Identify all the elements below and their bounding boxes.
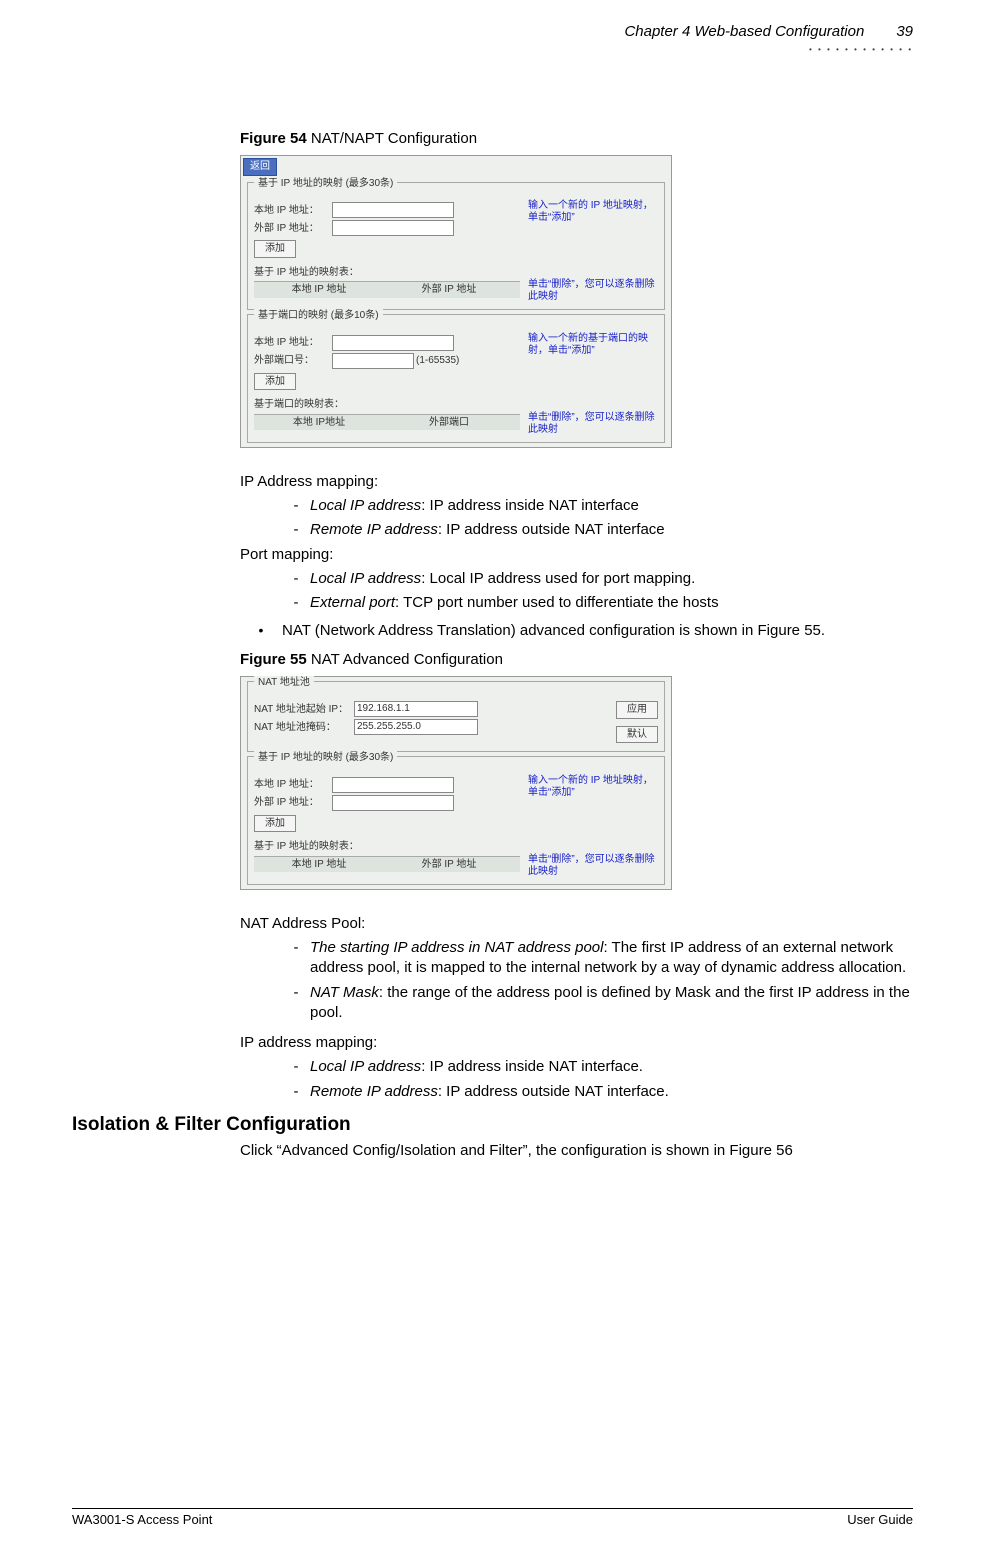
ip-mapping-legend: 基于 IP 地址的映射 (最多30条) <box>254 177 397 191</box>
port-local-ip-desc: : Local IP address used for port mapping… <box>421 570 695 587</box>
nat-pool-fieldset: NAT 地址池 NAT 地址池起始 IP：192.168.1.1 NAT 地址池… <box>247 681 665 753</box>
start-ip-input[interactable]: 192.168.1.1 <box>354 701 478 717</box>
page-number: 39 <box>896 22 913 42</box>
ip-mapping-heading-2: IP address mapping: <box>240 1033 913 1053</box>
nat-bullet-text: NAT (Network Address Translation) advanc… <box>282 621 913 641</box>
ip-mapping-table-title: 基于 IP 地址的映射表： <box>254 266 658 280</box>
ip-table-header-2: 本地 IP 地址 外部 IP 地址 <box>254 856 520 873</box>
th-remote-ip-2: 外部 IP 地址 <box>384 858 514 872</box>
nat-mask-desc: : the range of the address pool is defin… <box>310 984 910 1021</box>
remote-ip-input-2[interactable] <box>332 795 454 811</box>
add-hint-2: 输入一个新的 IP 地址映射，单击“添加” <box>528 775 658 799</box>
figure-55-screenshot: NAT 地址池 NAT 地址池起始 IP：192.168.1.1 NAT 地址池… <box>240 676 672 890</box>
delete-hint: 单击“删除”，您可以逐条删除此映射 <box>528 279 658 303</box>
port-table-header: 本地 IP地址 外部端口 <box>254 414 520 431</box>
port-local-ip-input[interactable] <box>332 335 454 351</box>
local-ip-label-2: 本地 IP 地址： <box>254 778 332 792</box>
remote-ip-desc: : IP address outside NAT interface <box>438 521 665 538</box>
nat-pool-legend: NAT 地址池 <box>254 676 314 690</box>
nat-mask-input[interactable]: 255.255.255.0 <box>354 719 478 735</box>
port-local-ip-term: Local IP address <box>310 570 421 587</box>
th-local-ip-2: 本地 IP 地址 <box>254 858 384 872</box>
add-button[interactable]: 添加 <box>254 240 296 258</box>
ip-mapping-fieldset: 基于 IP 地址的映射 (最多30条) 本地 IP 地址： 外部 IP 地址： … <box>247 182 665 311</box>
local-ip-input-2[interactable] <box>332 777 454 793</box>
ip-table-header: 本地 IP 地址 外部 IP 地址 <box>254 281 520 298</box>
th-port-local-ip: 本地 IP地址 <box>254 416 384 430</box>
remote-ip-label: 外部 IP 地址： <box>254 222 332 236</box>
list-item: -External port: TCP port number used to … <box>282 593 913 613</box>
apply-button[interactable]: 应用 <box>616 701 658 719</box>
external-port-desc: : TCP port number used to differentiate … <box>395 594 719 611</box>
figure-54-label: Figure 54 <box>240 130 307 147</box>
external-port-label: 外部端口号： <box>254 354 332 368</box>
list-item: -Remote IP address: IP address outside N… <box>282 520 913 540</box>
delete-hint-2: 单击“删除”，您可以逐条删除此映射 <box>528 854 658 878</box>
footer-left: WA3001-S Access Point <box>72 1511 212 1529</box>
back-link[interactable]: 返回 <box>243 158 277 176</box>
remote-ip-label-2: 外部 IP 地址： <box>254 796 332 810</box>
local-ip-input[interactable] <box>332 202 454 218</box>
port-local-ip-label: 本地 IP 地址： <box>254 336 332 350</box>
remote-ip-desc-2: : IP address outside NAT interface. <box>438 1083 669 1100</box>
start-ip-label: NAT 地址池起始 IP： <box>254 703 354 717</box>
isolation-filter-heading: Isolation & Filter Configuration <box>72 1112 913 1138</box>
ip-mapping-heading: IP Address mapping: <box>240 472 913 492</box>
list-item: -Remote IP address: IP address outside N… <box>282 1082 913 1102</box>
default-button[interactable]: 默认 <box>616 726 658 744</box>
port-mapping-heading: Port mapping: <box>240 545 913 565</box>
port-range-hint: (1-65535) <box>416 354 459 368</box>
list-item: -Local IP address: IP address inside NAT… <box>282 496 913 516</box>
nat-pool-heading: NAT Address Pool: <box>240 914 913 934</box>
figure-54-screenshot: 返回 基于 IP 地址的映射 (最多30条) 本地 IP 地址： 外部 IP 地… <box>240 155 672 448</box>
figure-55-label: Figure 55 <box>240 651 307 668</box>
th-external-port: 外部端口 <box>384 416 514 430</box>
remote-ip-term: Remote IP address <box>310 521 438 538</box>
external-port-term: External port <box>310 594 395 611</box>
th-remote-ip: 外部 IP 地址 <box>384 283 514 297</box>
ip-mapping-table-title-2: 基于 IP 地址的映射表： <box>254 840 658 854</box>
port-add-button[interactable]: 添加 <box>254 373 296 391</box>
page-footer: WA3001-S Access Point User Guide <box>72 1508 913 1529</box>
figure-54-title: NAT/NAPT Configuration <box>307 130 477 147</box>
figure-55-title: NAT Advanced Configuration <box>307 651 503 668</box>
local-ip-desc: : IP address inside NAT interface <box>421 497 639 514</box>
local-ip-term-2: Local IP address <box>310 1058 421 1075</box>
figure-55-caption: Figure 55 NAT Advanced Configuration <box>240 650 913 670</box>
external-port-input[interactable] <box>332 353 414 369</box>
list-item: -NAT Mask: the range of the address pool… <box>282 983 913 1024</box>
local-ip-term: Local IP address <box>310 497 421 514</box>
list-item: -Local IP address: Local IP address used… <box>282 569 913 589</box>
list-item: -The starting IP address in NAT address … <box>282 938 913 979</box>
nat-mask-term: NAT Mask <box>310 984 379 1001</box>
chapter-title: Chapter 4 Web-based Configuration <box>624 22 864 42</box>
port-mapping-table-title: 基于端口的映射表： <box>254 398 658 412</box>
remote-ip-input[interactable] <box>332 220 454 236</box>
ip-mapping-legend-2: 基于 IP 地址的映射 (最多30条) <box>254 751 397 765</box>
port-mapping-fieldset: 基于端口的映射 (最多10条) 本地 IP 地址： 外部端口号：(1-65535… <box>247 314 665 443</box>
header-ornament: • • • • • • • • • • • • <box>809 45 913 56</box>
nat-bullet: • NAT (Network Address Translation) adva… <box>240 621 913 641</box>
local-ip-label: 本地 IP 地址： <box>254 204 332 218</box>
add-hint: 输入一个新的 IP 地址映射，单击“添加” <box>528 200 658 224</box>
th-local-ip: 本地 IP 地址 <box>254 283 384 297</box>
port-mapping-legend: 基于端口的映射 (最多10条) <box>254 309 383 323</box>
remote-ip-term-2: Remote IP address <box>310 1083 438 1100</box>
start-ip-term: The starting IP address in NAT address p… <box>310 939 603 956</box>
local-ip-desc-2: : IP address inside NAT interface. <box>421 1058 643 1075</box>
isolation-filter-body: Click “Advanced Config/Isolation and Fil… <box>240 1141 913 1161</box>
nat-mask-label: NAT 地址池掩码： <box>254 721 354 735</box>
ip-mapping-fieldset-2: 基于 IP 地址的映射 (最多30条) 本地 IP 地址： 外部 IP 地址： … <box>247 756 665 885</box>
add-button-2[interactable]: 添加 <box>254 815 296 833</box>
figure-54-caption: Figure 54 NAT/NAPT Configuration <box>240 129 913 149</box>
port-delete-hint: 单击“删除”，您可以逐条删除此映射 <box>528 412 658 436</box>
port-add-hint: 输入一个新的基于端口的映射，单击“添加” <box>528 333 658 357</box>
footer-right: User Guide <box>847 1511 913 1529</box>
list-item: -Local IP address: IP address inside NAT… <box>282 1057 913 1077</box>
